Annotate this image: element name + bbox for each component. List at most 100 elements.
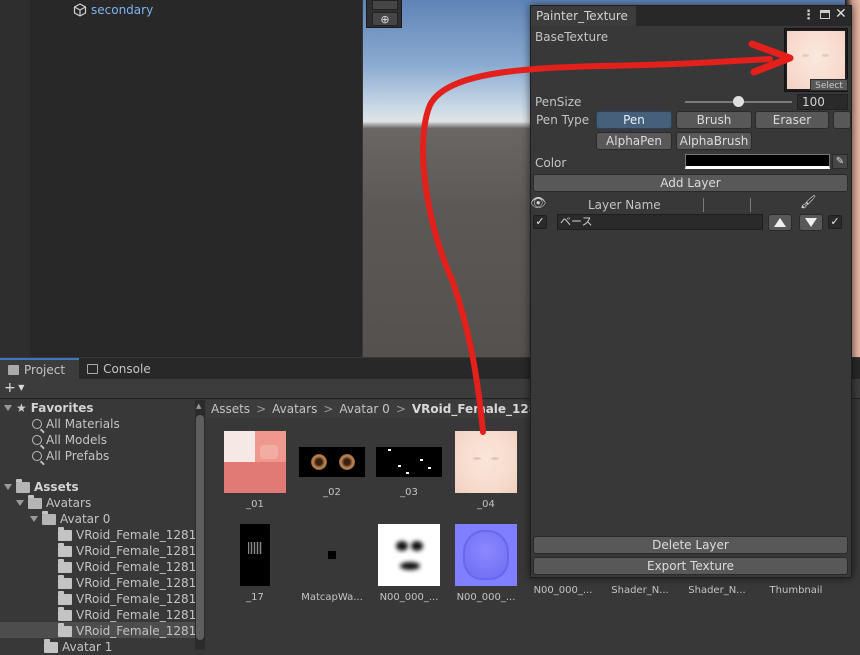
kebab-menu-icon[interactable]: ⋮ [802,8,815,23]
asset-item[interactable]: _01 [215,431,295,510]
painter-title-tab[interactable]: Painter_Texture [531,6,636,26]
tree-all-models[interactable]: All Models [32,432,107,448]
tree-scrollbar-thumb[interactable] [196,415,204,640]
tree-vroid-item[interactable]: VRoid_Female_1281_ [58,606,202,623]
tree-avatars[interactable]: Avatars [16,494,91,511]
visibility-eye-icon: 👁 [530,196,547,211]
tree-avatar-0[interactable]: Avatar 0 [30,510,110,527]
move-tool-button[interactable]: ⊕ [372,12,398,26]
layer-visible-checkbox[interactable]: ✓ [533,215,547,229]
asset-item[interactable]: _02 [292,431,372,498]
layer-move-up-button[interactable] [768,214,792,231]
tree-all-materials[interactable]: All Materials [32,416,120,432]
pen-type-alphabrush-button[interactable]: AlphaBrush [676,132,752,150]
hierarchy-item-secondary[interactable]: secondary [73,3,153,17]
tree-vroid-item-selected[interactable]: VRoid_Female_1281_ [58,622,202,639]
breadcrumb-separator: > [323,402,334,416]
pen-type-label: Pen Type [536,113,590,127]
texture-thumbnail [455,431,517,493]
layer-paint-checkbox[interactable]: ✓ [828,215,842,229]
header-separator [750,198,751,212]
crosshair-icon: ⊕ [380,12,390,26]
pen-size-input[interactable]: 100 [797,94,848,110]
breadcrumb-current[interactable]: VRoid_Female_1281_vr [412,402,536,416]
pen-type-pen-button[interactable]: Pen [596,111,672,129]
breadcrumb-item[interactable]: Avatar 0 [339,402,389,416]
pen-type-brush-button[interactable]: Brush [676,111,752,129]
hierarchy-gutter [0,0,30,357]
tree-all-models-label: All Models [46,433,107,447]
arrow-up-icon [774,218,786,227]
tab-console[interactable]: Console [79,358,165,379]
add-asset-button[interactable]: + ▼ [4,380,24,396]
breadcrumb-item[interactable]: Assets [211,402,250,416]
asset-item[interactable]: N00_000_... [523,579,603,596]
pen-type-extra-button[interactable] [833,111,851,129]
asset-item[interactable]: Thumbnail [756,579,836,596]
folder-open-icon [28,494,42,509]
asset-item[interactable]: Shader_N... [677,579,757,596]
tab-project[interactable]: Project [0,358,80,379]
eyedropper-icon[interactable]: ✎ [832,154,848,169]
pen-size-label: PenSize [535,95,582,109]
layer-name-header: Layer Name [588,198,661,212]
tree-favorites[interactable]: ★ Favorites [4,400,93,416]
folder-icon [44,638,58,653]
tree-avatar-1[interactable]: Avatar 1 [44,638,112,655]
asset-item[interactable]: _04 [446,431,526,510]
asset-item[interactable]: Shader_N... [600,579,680,596]
tree-vroid-item[interactable]: VRoid_Female_1281_ [58,526,203,543]
asset-item[interactable]: MatcapWa... [292,524,372,603]
hierarchy-item-label: secondary [91,3,154,17]
close-icon[interactable]: ✕ [835,6,847,22]
folder-icon [58,574,72,589]
cube-icon [73,3,87,17]
pen-type-alphapen-button[interactable]: AlphaPen [596,132,672,150]
expand-arrow-icon[interactable] [16,500,24,506]
base-texture-label: BaseTexture [535,30,609,44]
tree-vroid-label: VRoid_Female_1281_ [76,592,203,606]
layer-name-input[interactable]: ベース [557,214,763,230]
expand-arrow-icon[interactable] [4,484,12,490]
texture-select-button[interactable]: Select [810,79,848,91]
breadcrumb-separator: > [395,402,406,416]
color-field[interactable] [685,154,830,169]
expand-arrow-icon[interactable] [30,516,38,522]
expand-arrow-icon[interactable] [4,405,12,411]
asset-item[interactable]: _03 [369,431,449,498]
asset-label: Thumbnail [769,585,823,596]
asset-label: N00_000_... [456,592,516,603]
asset-item[interactable]: N00_000_... [369,524,449,603]
search-icon [32,419,42,429]
painter-title: Painter_Texture [536,9,628,23]
texture-thumbnail [240,524,270,586]
tree-vroid-item[interactable]: VRoid_Female_1281_ [58,558,202,575]
tab-project-label: Project [24,362,66,377]
pen-size-slider-handle[interactable] [733,96,744,107]
scroll-up-arrow-icon[interactable]: ▲ [196,402,201,410]
tree-vroid-label: VRoid_Female_1281_ [76,528,203,542]
pen-type-eraser-button[interactable]: Eraser [755,111,829,129]
asset-item[interactable]: N00_000_... [446,524,526,603]
texture-thumbnail [299,447,365,477]
delete-layer-button[interactable]: Delete Layer [533,536,848,554]
asset-label: Shader_N... [688,585,746,596]
tree-vroid-item[interactable]: VRoid_Female_1281_ [58,590,203,607]
add-layer-button[interactable]: Add Layer [533,174,848,192]
tree-all-prefabs-label: All Prefabs [46,449,110,463]
tree-assets[interactable]: Assets [4,478,79,495]
tree-all-prefabs[interactable]: All Prefabs [32,448,109,464]
star-icon: ★ [16,401,27,415]
search-icon [32,451,42,461]
asset-item[interactable]: _17 [215,524,295,603]
folder-icon [58,526,72,541]
asset-label: N00_000_... [533,585,593,596]
gizmo-button[interactable] [372,0,398,10]
layer-move-down-button[interactable] [799,214,823,231]
breadcrumb-item[interactable]: Avatars [272,402,317,416]
export-texture-button[interactable]: Export Texture [533,557,848,575]
tree-vroid-item[interactable]: VRoid_Female_1281_ [58,574,202,591]
maximize-icon[interactable] [820,10,830,19]
tree-vroid-item[interactable]: VRoid_Female_1281_ [58,542,202,559]
header-separator [703,198,704,212]
